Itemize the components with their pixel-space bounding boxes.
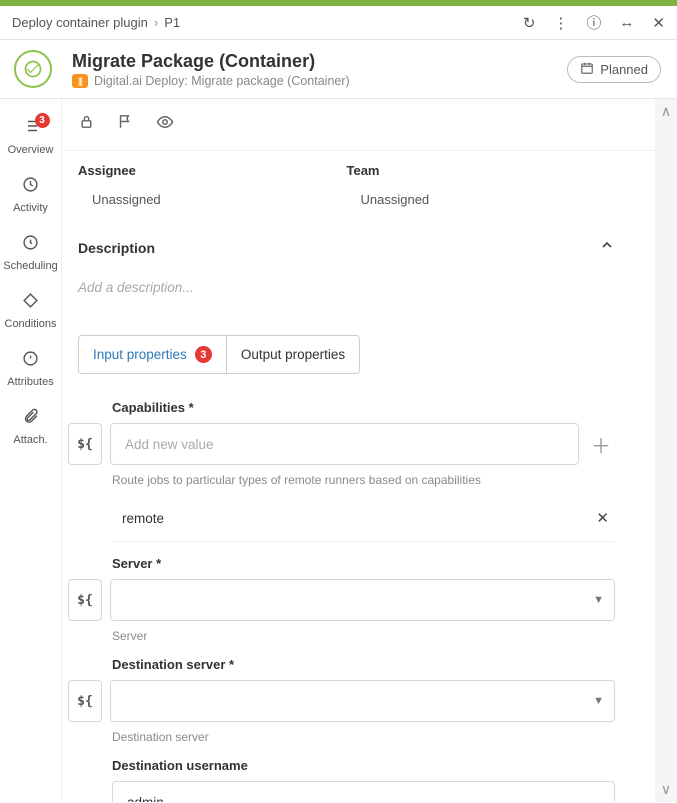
nav-overview-badge: 3 [35, 113, 50, 128]
remove-chip-icon[interactable]: ✕ [596, 509, 609, 527]
attach-icon [0, 408, 61, 430]
tab-output-properties[interactable]: Output properties [226, 336, 359, 373]
breadcrumb-root[interactable]: Deploy container plugin [12, 15, 148, 30]
dest-server-label: Destination server * [112, 657, 615, 672]
status-label: Planned [600, 62, 648, 77]
nav-attach[interactable]: Attach. [0, 398, 61, 456]
assignee-value[interactable]: Unassigned [78, 192, 347, 207]
clock-icon [0, 176, 61, 198]
task-logo-icon [14, 50, 52, 88]
nav-scheduling[interactable]: Scheduling [0, 224, 61, 282]
collapse-icon[interactable] [599, 237, 615, 258]
task-header: Migrate Package (Container) ||| Digital.… [0, 40, 677, 99]
side-nav: 3 Overview Activity Scheduling Condition… [0, 99, 62, 802]
tab-input-label: Input properties [93, 347, 187, 362]
server-label: Server * [112, 556, 615, 571]
title-block: Migrate Package (Container) ||| Digital.… [72, 51, 567, 88]
capabilities-help: Route jobs to particular types of remote… [112, 473, 615, 487]
nav-attributes[interactable]: Attributes [0, 340, 61, 398]
variable-button[interactable]: ${ [68, 423, 102, 465]
assignee-label: Assignee [78, 163, 347, 178]
schedule-icon [0, 234, 61, 256]
nav-conditions[interactable]: Conditions [0, 282, 61, 340]
status-chip[interactable]: Planned [567, 56, 661, 83]
tab-input-properties[interactable]: Input properties 3 [79, 336, 226, 373]
scroll-up-icon[interactable]: ∧ [661, 103, 671, 120]
subtitle-text: Digital.ai Deploy: Migrate package (Cont… [94, 74, 350, 88]
nav-conditions-label: Conditions [5, 318, 57, 330]
scroll-down-icon[interactable]: ∨ [661, 781, 671, 798]
description-input[interactable]: Add a description... [78, 262, 615, 335]
nav-activity-label: Activity [13, 202, 48, 214]
add-value-button[interactable]: ＋ [587, 423, 615, 465]
capabilities-chip-text: remote [122, 511, 164, 526]
conditions-icon [0, 292, 61, 314]
server-select-value[interactable] [123, 592, 602, 609]
nav-attach-label: Attach. [13, 434, 47, 446]
plugin-icon: ||| [72, 74, 88, 88]
dest-user-input[interactable] [125, 794, 602, 803]
field-capabilities: Capabilities * ${ ＋ Route jobs to partic… [112, 400, 615, 542]
refresh-icon[interactable]: ↻ [523, 12, 536, 33]
assignment-row: Assignee Unassigned Team Unassigned [78, 151, 615, 219]
info-icon[interactable]: ⓘ [586, 12, 601, 33]
dest-user-input-wrap [112, 781, 615, 802]
dest-user-label: Destination username [112, 758, 615, 773]
nav-activity[interactable]: Activity [0, 166, 61, 224]
tab-input-count: 3 [195, 346, 212, 363]
page-title: Migrate Package (Container) [72, 51, 567, 72]
nav-overview-label: Overview [8, 144, 54, 156]
team-label: Team [347, 163, 616, 178]
more-icon[interactable]: ⋮ [553, 12, 568, 33]
watch-icon[interactable] [156, 113, 174, 136]
expand-icon[interactable]: ↔ [619, 12, 634, 33]
attributes-icon [0, 350, 61, 372]
list-icon [0, 117, 61, 140]
page-subtitle: ||| Digital.ai Deploy: Migrate package (… [72, 74, 567, 88]
task-toolbar [62, 99, 677, 151]
dest-server-select-value[interactable] [123, 693, 602, 710]
team-value[interactable]: Unassigned [347, 192, 616, 207]
content-panel: Assignee Unassigned Team Unassigned Desc… [62, 99, 677, 802]
server-help: Server [112, 629, 615, 643]
description-header: Description [78, 219, 615, 262]
nav-overview[interactable]: 3 Overview [0, 107, 61, 166]
breadcrumb: Deploy container plugin › P1 [12, 15, 523, 30]
capabilities-label: Capabilities * [112, 400, 615, 415]
breadcrumb-separator: › [154, 15, 158, 30]
scroll-body[interactable]: Assignee Unassigned Team Unassigned Desc… [62, 151, 677, 802]
nav-attributes-label: Attributes [7, 376, 53, 388]
topbar-actions: ↻ ⋮ ⓘ ↔ ✕ [523, 12, 665, 33]
breadcrumb-current: P1 [164, 15, 180, 30]
breadcrumb-bar: Deploy container plugin › P1 ↻ ⋮ ⓘ ↔ ✕ [0, 6, 677, 40]
nav-scheduling-label: Scheduling [3, 260, 57, 272]
close-icon[interactable]: ✕ [652, 12, 665, 33]
field-server: Server * ${ ▼ Server [112, 556, 615, 643]
field-dest-username: Destination username Destination usernam… [112, 758, 615, 802]
description-label: Description [78, 240, 155, 256]
properties-tabbar: Input properties 3 Output properties [78, 335, 360, 374]
capabilities-input[interactable] [123, 436, 566, 453]
variable-button[interactable]: ${ [68, 680, 102, 722]
lock-icon[interactable] [78, 113, 95, 136]
calendar-icon [580, 61, 594, 78]
tab-output-label: Output properties [241, 347, 345, 362]
flag-icon[interactable] [117, 113, 134, 136]
dest-server-help: Destination server [112, 730, 615, 744]
dest-server-select[interactable]: ▼ [110, 680, 615, 722]
scroll-controls: ∧ ∨ [655, 99, 677, 802]
field-dest-server: Destination server * ${ ▼ Destination se… [112, 657, 615, 744]
capabilities-input-wrap [110, 423, 579, 465]
server-select[interactable]: ▼ [110, 579, 615, 621]
variable-button[interactable]: ${ [68, 579, 102, 621]
capabilities-chip: remote ✕ [112, 495, 615, 542]
main-area: 3 Overview Activity Scheduling Condition… [0, 99, 677, 802]
